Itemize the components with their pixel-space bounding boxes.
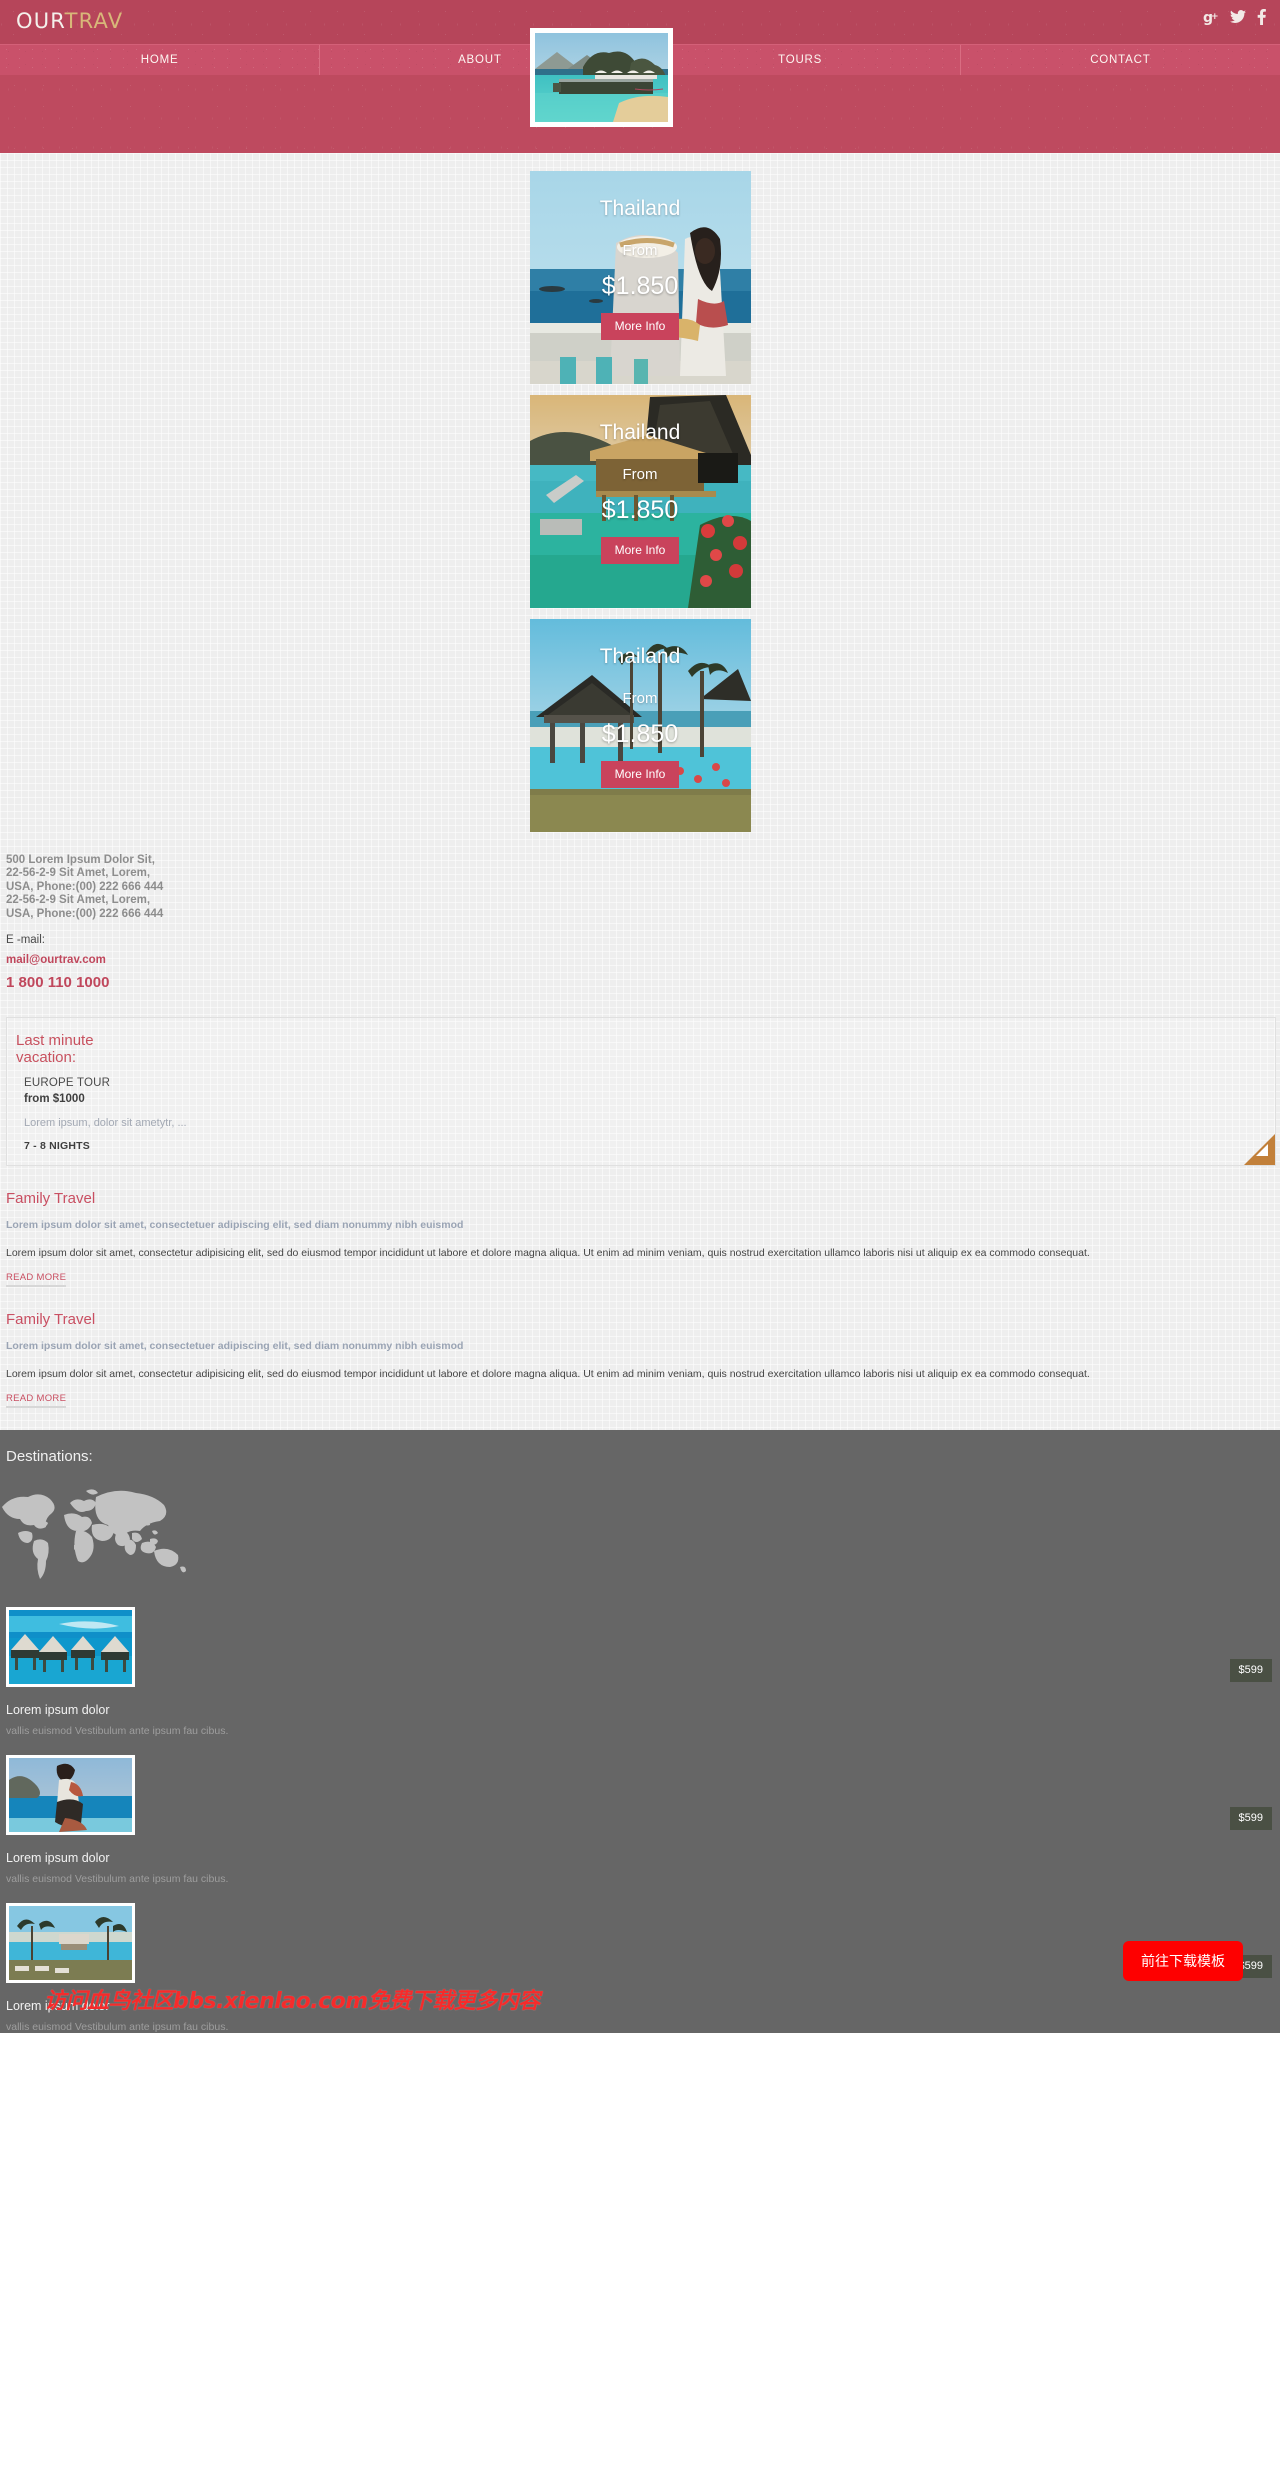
twitter-icon[interactable] bbox=[1230, 10, 1246, 24]
nav-label: ABOUT bbox=[458, 54, 502, 66]
social-links: g + bbox=[1203, 9, 1266, 25]
hero-banner bbox=[0, 28, 1280, 153]
article-title: Family Travel bbox=[6, 1311, 96, 1329]
email-label: E -mail: bbox=[6, 934, 45, 947]
article-body: Lorem ipsum dolor sit amet, consectetur … bbox=[6, 1247, 1090, 1260]
tour-card-image bbox=[529, 171, 751, 384]
destination-price-badge: $599 bbox=[1229, 1807, 1272, 1831]
facebook-icon[interactable] bbox=[1257, 9, 1266, 25]
address-line: USA, Phone:(00) 222 666 444 bbox=[6, 880, 164, 893]
article-title: Family Travel bbox=[6, 1190, 96, 1208]
address-line: 22-56-2-9 Sit Amet, Lorem, bbox=[6, 894, 151, 907]
destination-thumbnail bbox=[9, 1906, 132, 1981]
read-more-link[interactable]: READ MORE bbox=[6, 1393, 67, 1409]
nav-label: TOURS bbox=[778, 54, 823, 66]
email-link[interactable]: mail@ourtrav.com bbox=[6, 954, 1280, 966]
logo-primary-text: OUR bbox=[16, 9, 65, 33]
article-subtitle: Lorem ipsum dolor sit amet, consectetuer… bbox=[6, 1340, 464, 1353]
hero-image bbox=[535, 33, 668, 122]
destination-price-badge: $599 bbox=[1229, 1659, 1272, 1683]
last-minute-price: from $1000 bbox=[24, 1093, 85, 1106]
destination-item: Lorem ipsum dolor $599 vallis euismod Ve… bbox=[0, 1755, 1280, 1885]
article: Family Travel Lorem ipsum dolor sit amet… bbox=[0, 1166, 1280, 1288]
nav-item-contact[interactable]: CONTACT bbox=[961, 45, 1280, 75]
destination-description: vallis euismod Vestibulum ante ipsum fau… bbox=[6, 1725, 229, 1738]
world-map-icon bbox=[2, 1489, 186, 1580]
last-minute-title: Last minute vacation: bbox=[16, 1032, 94, 1066]
destination-name: Lorem ipsum dolor bbox=[6, 1703, 110, 1718]
destination-thumbnail bbox=[9, 1610, 132, 1685]
google-plus-icon[interactable]: g + bbox=[1203, 9, 1219, 25]
destination-thumbnail bbox=[9, 1758, 132, 1833]
nav-item-home[interactable]: HOME bbox=[0, 45, 321, 75]
address-line: USA, Phone:(00) 222 666 444 bbox=[6, 907, 164, 920]
more-info-button[interactable]: More Info bbox=[600, 537, 680, 564]
site-logo[interactable]: OURTRAV bbox=[16, 9, 123, 33]
destination-thumbnail-frame[interactable] bbox=[6, 1607, 135, 1688]
address-line: 500 Lorem Ipsum Dolor Sit, bbox=[6, 854, 155, 866]
last-minute-description: Lorem ipsum, dolor sit ametytr, ... bbox=[24, 1117, 187, 1130]
article: Family Travel Lorem ipsum dolor sit amet… bbox=[0, 1287, 1280, 1409]
destination-description: vallis euismod Vestibulum ante ipsum fau… bbox=[6, 1873, 229, 1886]
watermark-text: 访问血鸟社区bbs.xienlao.com免费下载更多内容 bbox=[44, 1989, 540, 2015]
destination-name: Lorem ipsum dolor bbox=[6, 1851, 110, 1866]
read-more-link[interactable]: READ MORE bbox=[6, 1272, 67, 1288]
more-info-button[interactable]: More Info bbox=[600, 313, 680, 340]
destination-description: vallis euismod Vestibulum ante ipsum fau… bbox=[6, 2021, 229, 2034]
destination-thumbnail-frame[interactable] bbox=[6, 1755, 135, 1836]
article-subtitle: Lorem ipsum dolor sit amet, consectetuer… bbox=[6, 1219, 464, 1232]
more-info-button[interactable]: More Info bbox=[600, 761, 680, 788]
tour-card[interactable]: Thailand From $1.850 More Info bbox=[529, 619, 751, 832]
address-line: 22-56-2-9 Sit Amet, Lorem, bbox=[6, 867, 151, 880]
logo-secondary-text: TRAV bbox=[64, 9, 124, 33]
play-arrow-icon bbox=[1256, 1144, 1268, 1157]
nav-item-tours[interactable]: TOURS bbox=[641, 45, 961, 75]
tour-card-image bbox=[529, 619, 751, 832]
tour-card-list: Thailand From $1.850 More Info Thailand … bbox=[0, 153, 1280, 832]
nav-label: CONTACT bbox=[1090, 54, 1151, 66]
phone-number: 1 800 110 1000 bbox=[6, 974, 110, 992]
main-content: Thailand From $1.850 More Info Thailand … bbox=[0, 153, 1280, 1430]
tour-card[interactable]: Thailand From $1.850 More Info bbox=[529, 395, 751, 608]
tour-card-image bbox=[529, 395, 751, 608]
tour-card[interactable]: Thailand From $1.850 More Info bbox=[529, 171, 751, 384]
download-template-button[interactable]: 前往下载模板 bbox=[1123, 1941, 1243, 1982]
article-body: Lorem ipsum dolor sit amet, consectetur … bbox=[6, 1368, 1090, 1381]
destinations-section: Destinations: Lorem ipsum dolor $599 val… bbox=[0, 1430, 1280, 2034]
destination-item: Lorem ipsum dolor $599 vallis euismod Ve… bbox=[0, 1607, 1280, 1737]
nav-label: HOME bbox=[140, 54, 179, 66]
svg-text:+: + bbox=[1211, 12, 1219, 22]
contact-block: 500 Lorem Ipsum Dolor Sit, 22-56-2-9 Sit… bbox=[0, 832, 1280, 991]
destination-thumbnail-frame[interactable] bbox=[6, 1903, 135, 1984]
last-minute-vacation-box: Last minute vacation: EUROPE TOUR from $… bbox=[6, 1017, 1276, 1167]
destinations-heading: Destinations: bbox=[6, 1448, 93, 1466]
last-minute-nights: 7 - 8 NIGHTS bbox=[24, 1140, 90, 1153]
hero-image-frame bbox=[530, 28, 673, 127]
last-minute-tour-name: EUROPE TOUR bbox=[24, 1077, 111, 1090]
